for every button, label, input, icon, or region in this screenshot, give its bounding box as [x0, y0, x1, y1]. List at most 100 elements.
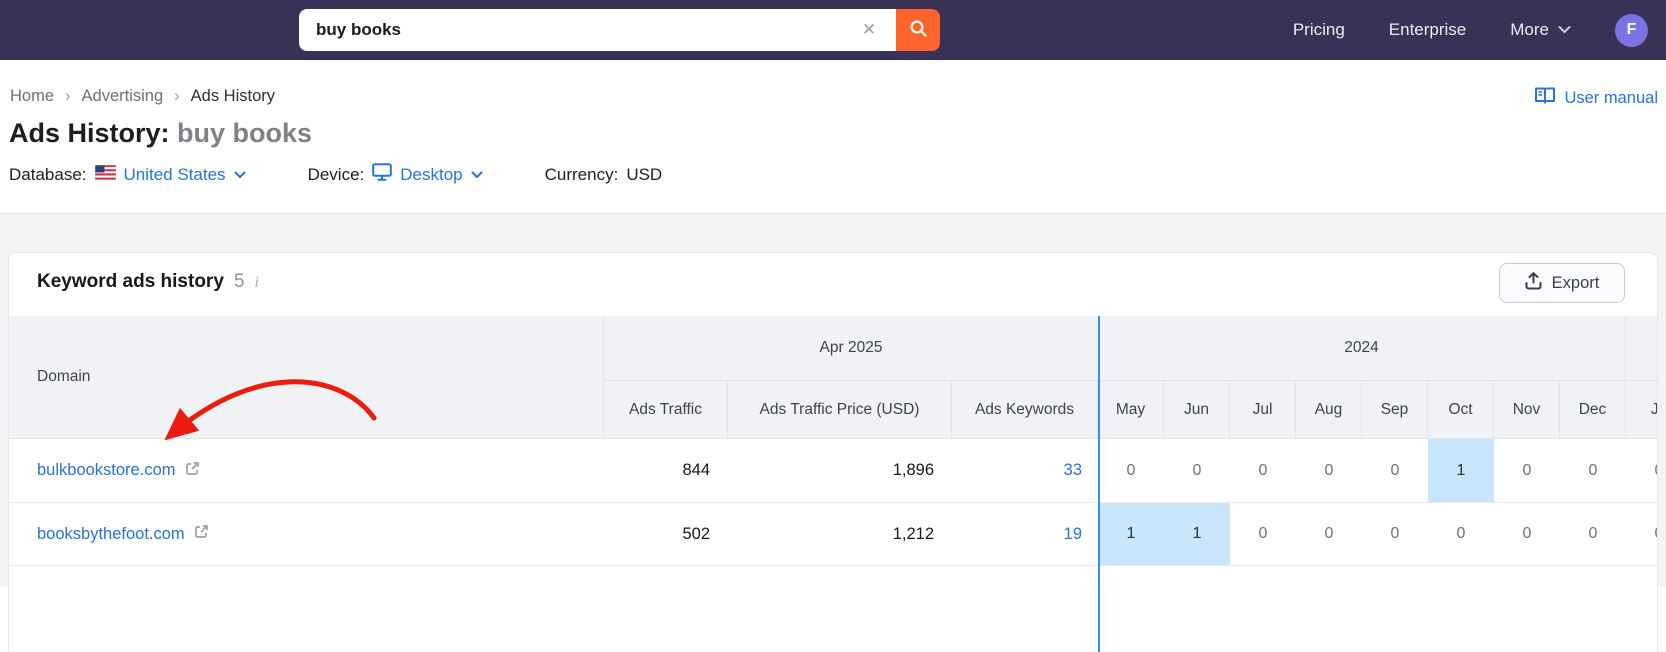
group-header-2024: 2024: [1098, 316, 1626, 381]
column-header-month: May: [1098, 381, 1164, 438]
desktop-icon: [372, 163, 393, 186]
device-label: Device:: [307, 164, 365, 184]
column-header-ads-traffic-price-usd-: Ads Traffic Price (USD): [728, 381, 952, 438]
user-manual-link[interactable]: User manual: [1534, 86, 1658, 110]
column-header-ads-keywords: Ads Keywords: [952, 381, 1098, 438]
domain-cell: booksbythefoot.com: [9, 503, 604, 565]
device-select[interactable]: Desktop: [372, 163, 483, 186]
month-cell: 0: [1126, 461, 1136, 479]
nav-link-enterprise[interactable]: Enterprise: [1389, 20, 1466, 40]
column-header-month: Ja: [1650, 400, 1658, 418]
month-cell: 0: [1588, 461, 1598, 479]
database-label: Database:: [9, 164, 87, 184]
breadcrumb-home[interactable]: Home: [10, 87, 54, 106]
export-icon: [1525, 271, 1542, 295]
column-header-ads-traffic: Ads Traffic: [604, 381, 728, 438]
month-cell: 0: [1522, 525, 1532, 542]
page-title-keyword: buy books: [177, 118, 313, 148]
ads-keywords-link[interactable]: 19: [952, 503, 1098, 565]
breadcrumb-separator-icon: ›: [174, 87, 180, 105]
external-link-icon[interactable]: [194, 524, 209, 544]
navbar-links: Pricing Enterprise More F: [1293, 0, 1648, 60]
month-cell-highlighted: 1: [1428, 439, 1494, 502]
nav-link-pricing[interactable]: Pricing: [1293, 20, 1345, 40]
month-cell: 0: [1324, 525, 1334, 542]
month-cell: 0: [1522, 461, 1532, 479]
breadcrumb-advertising[interactable]: Advertising: [82, 87, 164, 106]
panel-title: Keyword ads history: [37, 271, 224, 292]
column-header-month: Sep: [1362, 381, 1428, 438]
month-cell: 0: [1588, 525, 1598, 542]
device-value: Desktop: [400, 164, 463, 184]
search-button[interactable]: [896, 9, 940, 51]
month-cell: 0: [1324, 461, 1334, 479]
keyword-ads-history-panel: Keyword ads history 5 i Export Domain Apr…: [8, 252, 1658, 652]
user-manual-label: User manual: [1564, 88, 1658, 107]
avatar[interactable]: F: [1615, 13, 1648, 47]
keyword-search: ✕: [299, 9, 940, 51]
column-header-domain: Domain: [9, 316, 604, 438]
ads-keywords-link[interactable]: 33: [952, 439, 1098, 502]
breadcrumb: Home › Advertising › Ads History: [10, 87, 275, 106]
month-cell-highlighted: 1: [1164, 503, 1230, 565]
info-icon[interactable]: i: [254, 274, 258, 292]
table-row: booksbythefoot.com5021,21219110000000: [9, 502, 1657, 565]
us-flag-icon: [94, 164, 116, 185]
chevron-down-icon: [234, 171, 246, 178]
database-select[interactable]: United States: [124, 165, 246, 185]
ads-history-table: Domain Apr 2025 2024 Ads Traffic Ads Traffic…: [9, 316, 1657, 589]
month-cell: 0: [1456, 525, 1466, 542]
search-icon: [909, 19, 928, 41]
column-header-month: Aug: [1296, 381, 1362, 438]
chevron-down-icon: [471, 171, 483, 178]
ads-traffic-cell: 844: [682, 461, 710, 479]
nav-more-label: More: [1510, 20, 1549, 39]
panel-header: Keyword ads history 5 i Export: [9, 253, 1657, 316]
table-row-partial: [9, 565, 1657, 589]
device-filter: Device: Desktop: [308, 163, 483, 186]
filter-bar: Database: United States Device: Desktop …: [9, 163, 662, 186]
timeline-divider-line: [1098, 316, 1100, 652]
clear-search-icon[interactable]: ✕: [859, 20, 879, 40]
column-header-month: Jul: [1230, 381, 1296, 438]
database-value: United States: [123, 164, 226, 184]
domain-link[interactable]: bulkbookstore.com: [37, 461, 176, 480]
month-cell-highlighted: 1: [1098, 503, 1164, 565]
group-header-apr-2025: Apr 2025: [604, 316, 1098, 381]
domain-link[interactable]: booksbythefoot.com: [37, 525, 185, 544]
table-row: bulkbookstore.com 844 1,896 33 0 0 0 0 0 1 0 0 0: [9, 439, 1657, 502]
currency-value: USD: [626, 164, 663, 184]
ads-traffic-price-cell: 1,212: [892, 524, 934, 543]
page-title: Ads History: buy books: [9, 118, 312, 149]
breadcrumb-separator-icon: ›: [65, 87, 71, 105]
month-cell: 0: [1626, 439, 1657, 502]
month-cell: 0: [1258, 461, 1268, 479]
month-cell: 0: [1192, 461, 1202, 479]
ads-traffic-price-cell: 1,896: [892, 461, 934, 479]
book-icon: [1534, 86, 1556, 110]
nav-more-menu[interactable]: More: [1510, 20, 1571, 40]
domain-cell: bulkbookstore.com: [9, 439, 604, 502]
month-cell: 0: [1390, 525, 1400, 542]
export-label: Export: [1551, 273, 1600, 292]
chevron-down-icon: [1558, 21, 1571, 39]
column-header-month: Oct: [1428, 381, 1494, 438]
column-header-month: Nov: [1494, 381, 1560, 438]
column-header-month: Jun: [1164, 381, 1230, 438]
table-header: Domain Apr 2025 2024 Ads Traffic Ads Traffic…: [9, 316, 1657, 439]
ads-traffic-cell: 502: [682, 524, 710, 543]
search-input[interactable]: [299, 9, 896, 51]
group-header-next: [1626, 316, 1657, 381]
panel-count: 5: [233, 271, 245, 292]
month-cell: 0: [1626, 503, 1657, 565]
top-navbar: ✕ Pricing Enterprise More F: [0, 0, 1666, 60]
external-link-icon[interactable]: [185, 461, 200, 481]
month-cell: 0: [1258, 525, 1268, 542]
currency-filter: Currency: USD: [545, 165, 663, 185]
month-cell: 0: [1390, 461, 1400, 479]
page-title-prefix: Ads History:: [9, 118, 170, 148]
currency-label: Currency:: [544, 164, 619, 184]
export-button[interactable]: Export: [1499, 263, 1625, 303]
database-filter: Database: United States: [9, 164, 246, 185]
column-header-month: Dec: [1560, 381, 1626, 438]
